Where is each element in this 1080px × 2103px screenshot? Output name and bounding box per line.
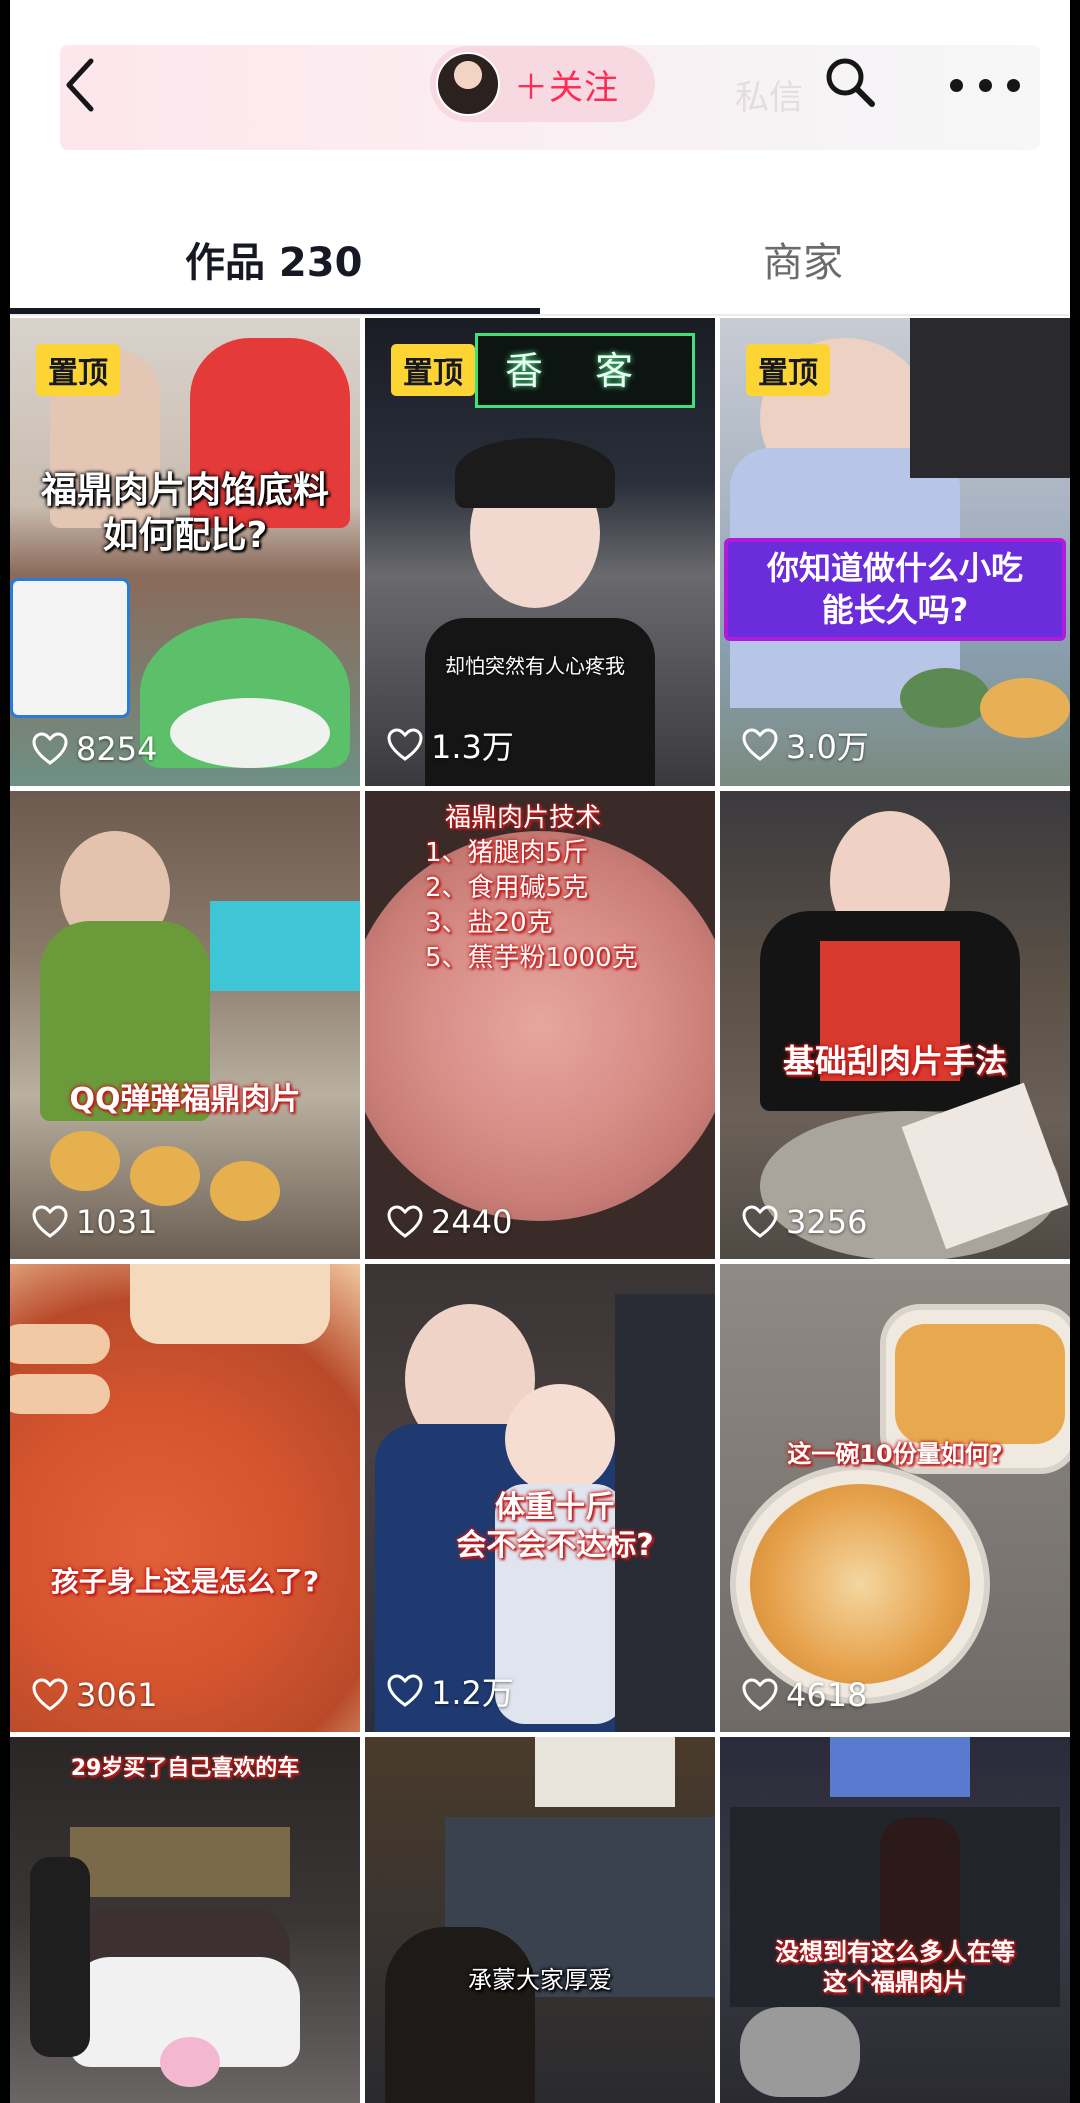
caption-line: 2、食用碱5克	[425, 873, 589, 904]
video-tile[interactable]: QQ弹弹福鼎肉片 1031	[10, 791, 360, 1259]
message-label[interactable]: 私信	[735, 70, 803, 119]
like-count-value: 2440	[431, 1203, 513, 1241]
video-caption: 没想到有这么多人在等 这个福鼎肉片	[720, 1937, 1070, 1997]
like-count-value: 3.0万	[786, 728, 869, 766]
like-count: 3256	[742, 1203, 867, 1241]
video-tile[interactable]: 承蒙大家厚爱	[365, 1737, 715, 2103]
like-count: 1031	[32, 1203, 157, 1241]
caption-line: 如何配比?	[102, 515, 268, 556]
caption-line: 5、蕉芋粉1000克	[425, 943, 638, 974]
chevron-left-icon	[66, 58, 94, 112]
heart-icon	[387, 728, 423, 761]
video-tile[interactable]: 置顶 你知道做什么小吃 能长久吗? 3.0万	[720, 318, 1070, 786]
caption-line: 这个福鼎肉片	[823, 1968, 967, 1996]
like-count: 4618	[742, 1676, 867, 1714]
like-count-value: 3061	[76, 1676, 158, 1714]
video-caption: 孩子身上这是怎么了?	[50, 1565, 320, 1598]
more-button[interactable]	[950, 60, 1020, 110]
like-count-value: 8254	[76, 730, 158, 768]
video-tile[interactable]: 孩子身上这是怎么了? 3061	[10, 1264, 360, 1732]
top-bar: ＋关注 私信	[10, 0, 1070, 170]
heart-icon	[32, 732, 68, 765]
heart-icon	[742, 1678, 778, 1711]
caption-line: 会不会不达标?	[456, 1527, 654, 1563]
like-count: 2440	[387, 1203, 512, 1241]
search-icon	[826, 58, 875, 107]
heart-icon	[387, 1205, 423, 1238]
video-caption: 体重十斤 会不会不达标?	[405, 1489, 705, 1564]
profile-screen: ＋关注 私信 作品 230 商家 置顶 福鼎肉片肉馅底料 如何配比? 8254 …	[10, 0, 1070, 2103]
more-icon-dot	[1007, 78, 1020, 92]
video-caption: 福鼎肉片技术 1、猪腿肉5斤 2、食用碱5克 3、盐20克 5、蕉芋粉1000克	[425, 801, 685, 976]
shop-sign: 香 客	[505, 349, 654, 393]
video-tile[interactable]: 香 客 置顶 却怕突然有人心疼我 1.3万	[365, 318, 715, 786]
tab-merchant[interactable]: 商家	[763, 230, 843, 288]
pinned-badge: 置顶	[391, 344, 475, 396]
video-caption: 基础刮肉片手法	[782, 1042, 1007, 1080]
video-tile[interactable]: 这一碗10份量如何? 4618	[720, 1264, 1070, 1732]
like-count: 1.2万	[387, 1668, 514, 1714]
more-icon-dot	[978, 78, 992, 92]
heart-icon	[742, 1205, 778, 1238]
like-count-value: 1.3万	[431, 728, 514, 766]
caption-line: 福鼎肉片技术	[445, 803, 602, 833]
video-caption: 29岁买了自己喜欢的车	[70, 1756, 300, 1781]
video-grid: 置顶 福鼎肉片肉馅底料 如何配比? 8254 香 客 置顶 却怕突然有人心疼我 …	[10, 318, 1070, 2103]
more-icon	[950, 78, 963, 92]
pinned-badge: 置顶	[746, 344, 830, 396]
video-tile[interactable]: 没想到有这么多人在等 这个福鼎肉片	[720, 1737, 1070, 2103]
video-tile[interactable]: 29岁买了自己喜欢的车	[10, 1737, 360, 2103]
like-count: 3.0万	[742, 722, 869, 768]
caption-line: 你知道做什么小吃	[766, 549, 1023, 587]
like-count-value: 1.2万	[431, 1674, 514, 1712]
video-caption: 你知道做什么小吃 能长久吗?	[724, 538, 1066, 642]
follow-chip[interactable]: ＋关注	[430, 46, 655, 122]
pinned-badge: 置顶	[36, 344, 120, 396]
profile-tabs: 作品 230 商家	[10, 200, 1070, 320]
caption-line: 1、猪腿肉5斤	[425, 838, 589, 869]
like-count-value: 4618	[786, 1676, 868, 1714]
like-count: 1.3万	[387, 722, 514, 768]
tab-works[interactable]: 作品 230	[185, 230, 362, 288]
heart-icon	[387, 1674, 423, 1707]
back-button[interactable]	[50, 50, 110, 120]
like-count-value: 3256	[786, 1203, 868, 1241]
avatar[interactable]	[436, 52, 500, 116]
caption-line: 没想到有这么多人在等	[775, 1938, 1015, 1966]
video-caption: 却怕突然有人心疼我	[445, 654, 625, 678]
caption-line: 福鼎肉片肉馅底料	[40, 470, 329, 511]
video-tile[interactable]: 基础刮肉片手法 3256	[720, 791, 1070, 1259]
video-caption: 福鼎肉片肉馅底料 如何配比?	[10, 468, 360, 558]
like-count: 3061	[32, 1676, 157, 1714]
caption-line: 体重十斤	[495, 1490, 615, 1525]
tab-divider	[10, 314, 1070, 316]
heart-icon	[32, 1678, 68, 1711]
heart-icon	[32, 1205, 68, 1238]
caption-line: 3、盐20克	[425, 908, 553, 939]
video-caption: 承蒙大家厚爱	[468, 1966, 612, 1994]
video-caption: QQ弹弹福鼎肉片	[69, 1082, 301, 1117]
video-caption: 这一碗10份量如何?	[787, 1440, 1003, 1468]
search-button[interactable]	[820, 52, 880, 112]
like-count-value: 1031	[76, 1203, 158, 1241]
follow-button[interactable]: ＋关注	[514, 60, 619, 109]
caption-line: 能长久吗?	[821, 590, 969, 629]
video-tile[interactable]: 体重十斤 会不会不达标? 1.2万	[365, 1264, 715, 1732]
heart-icon	[742, 728, 778, 761]
like-count: 8254	[32, 730, 157, 768]
video-tile[interactable]: 福鼎肉片技术 1、猪腿肉5斤 2、食用碱5克 3、盐20克 5、蕉芋粉1000克…	[365, 791, 715, 1259]
video-tile[interactable]: 置顶 福鼎肉片肉馅底料 如何配比? 8254	[10, 318, 360, 786]
